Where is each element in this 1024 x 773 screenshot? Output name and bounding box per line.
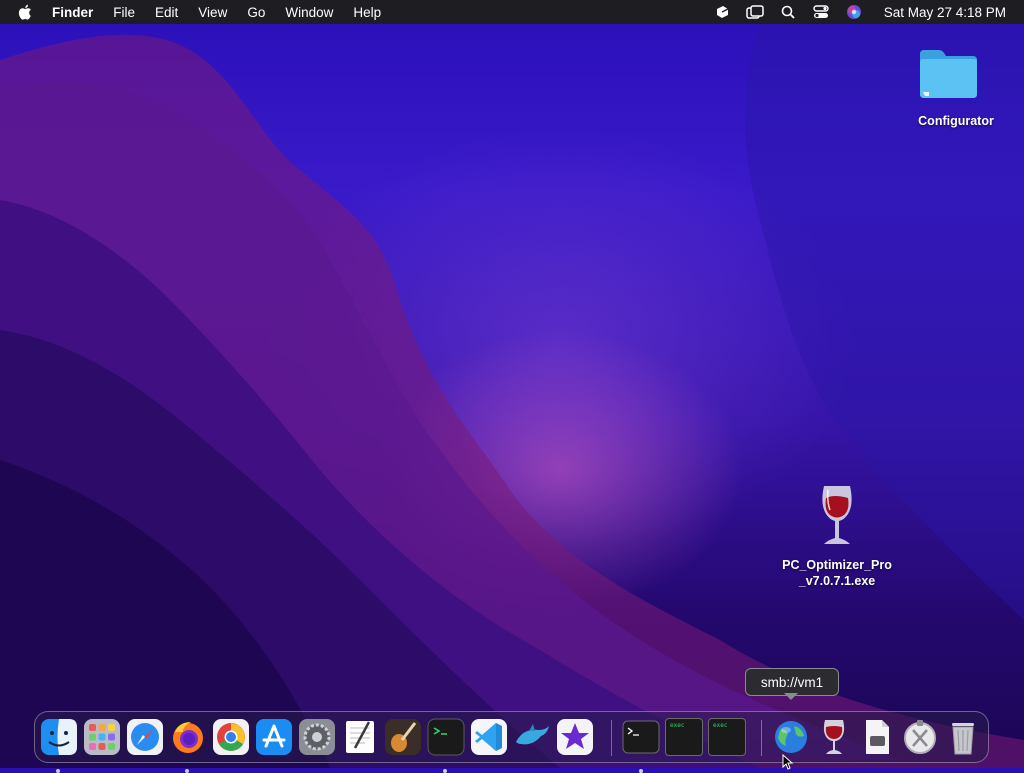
app-menu-finder[interactable]: Finder [52,5,93,20]
vscode-icon[interactable] [470,718,508,756]
textedit-icon[interactable] [341,718,379,756]
search-icon[interactable] [779,4,797,20]
exec-label: exec [670,722,685,729]
imovie-icon[interactable] [556,718,594,756]
screen-mirroring-icon[interactable] [745,4,764,20]
exe-file-label: PC_Optimizer_Pro _v7.0.7.1.exe [774,557,900,589]
script-editor-icon[interactable] [901,718,939,756]
exec-window-icon[interactable]: exec [665,718,703,756]
wine-icon[interactable] [815,718,853,756]
exe-label-line1: PC_Optimizer_Pro [782,558,892,572]
control-center-icon[interactable] [812,4,830,20]
dock-separator [611,720,612,756]
system-preferences-icon[interactable] [298,718,336,756]
folder-icon [920,50,977,98]
running-indicator [639,769,643,773]
menu-go[interactable]: Go [247,5,265,20]
safari-icon[interactable] [126,718,164,756]
chrome-icon[interactable] [212,718,250,756]
menu-bar: Finder File Edit View Go Window Help Sat… [0,0,1024,24]
menu-edit[interactable]: Edit [155,5,178,20]
menu-view[interactable]: View [198,5,227,20]
trash-icon[interactable] [944,718,982,756]
terminal-window-icon[interactable] [622,718,660,756]
running-indicator [443,769,447,773]
menu-window[interactable]: Window [285,5,333,20]
menu-help[interactable]: Help [353,5,381,20]
tooltip-arrow [784,693,798,700]
exe-label-line2: _v7.0.7.1.exe [798,574,876,588]
running-indicator [185,769,189,773]
exec-label: exec [713,722,728,729]
exec-window-icon[interactable]: exec [708,718,746,756]
configurator-label: Configurator [918,114,994,128]
desktop-wallpaper [0,24,1024,768]
launchpad-icon[interactable] [83,718,121,756]
wine-glass-icon[interactable] [806,482,868,550]
dolphin-icon[interactable] [513,718,551,756]
disk-image-icon[interactable] [858,718,896,756]
menu-file[interactable]: File [113,5,135,20]
terminal-icon[interactable] [427,718,465,756]
apple-menu-icon[interactable] [18,3,34,21]
siri-icon[interactable] [845,4,863,20]
dock: exec exec [34,711,989,773]
firefox-icon[interactable] [169,718,207,756]
dock-tooltip: smb://vm1 [745,668,839,696]
menubar-clock[interactable]: Sat May 27 4:18 PM [884,5,1006,20]
app-switch-icon[interactable] [713,4,731,20]
instruments-icon[interactable] [384,718,422,756]
dock-separator [761,720,762,756]
app-store-icon[interactable] [255,718,293,756]
configurator-folder[interactable] [917,48,995,105]
network-globe-icon[interactable] [772,718,810,756]
finder-icon[interactable] [40,718,78,756]
running-indicator [56,769,60,773]
